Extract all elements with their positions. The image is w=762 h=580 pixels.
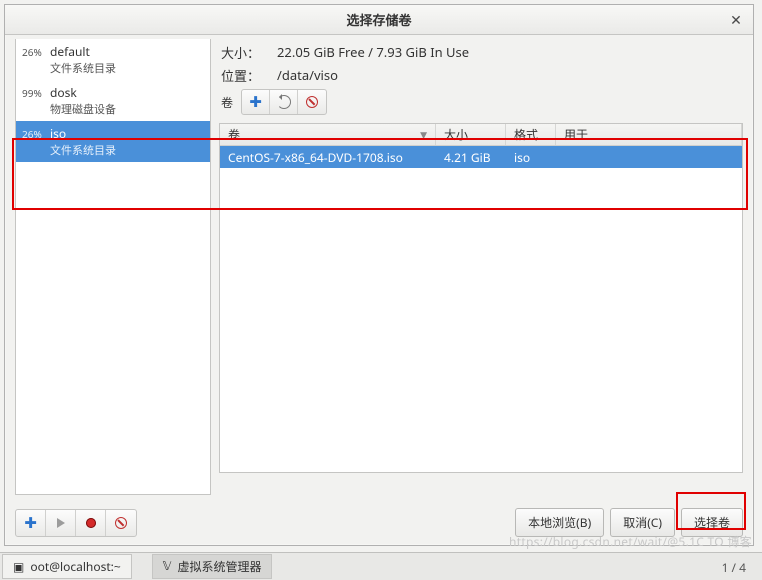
taskbar: ▣ oot@localhost:~ 𝕍 虚拟系统管理器 bbox=[0, 552, 762, 580]
pool-usage-pct: 26% bbox=[22, 125, 50, 141]
col-used-for[interactable]: 用于 bbox=[556, 124, 742, 145]
dialog-body: 26% default 文件系统目录 99% dosk 物理磁盘设备 26% i… bbox=[5, 35, 753, 499]
pool-dosk[interactable]: 99% dosk 物理磁盘设备 bbox=[16, 80, 210, 121]
taskbar-terminal[interactable]: ▣ oot@localhost:~ bbox=[2, 554, 132, 579]
pool-desc: 文件系统目录 bbox=[50, 60, 204, 76]
plus-icon: ✚ bbox=[249, 92, 262, 112]
play-icon bbox=[57, 518, 65, 528]
table-row[interactable]: CentOS-7-x86_64-DVD-1708.iso 4.21 GiB is… bbox=[220, 146, 742, 168]
cell-volume: CentOS-7-x86_64-DVD-1708.iso bbox=[220, 149, 436, 166]
pool-name: iso bbox=[50, 125, 204, 142]
delete-icon bbox=[306, 96, 318, 108]
col-size[interactable]: 大小 bbox=[436, 124, 506, 145]
cell-size: 4.21 GiB bbox=[436, 149, 506, 166]
volume-table: 卷▼ 大小 格式 用于 CentOS-7-x86_64-DVD-1708.iso… bbox=[219, 123, 743, 473]
plus-icon: ✚ bbox=[24, 513, 37, 533]
watermark: https://blog.csdn.net/wait/@5.1C TO 博客 bbox=[509, 533, 752, 550]
pool-action-toolbar: ✚ bbox=[15, 509, 137, 537]
storage-volume-dialog: 选择存储卷 ✕ 26% default 文件系统目录 99% dosk 物理磁盘… bbox=[4, 4, 754, 546]
delete-volume-button[interactable] bbox=[298, 90, 326, 114]
pool-iso[interactable]: 26% iso 文件系统目录 bbox=[16, 121, 210, 162]
refresh-icon bbox=[277, 95, 291, 109]
size-label: 大小： bbox=[221, 43, 277, 62]
taskbar-vmm[interactable]: 𝕍 虚拟系统管理器 bbox=[152, 554, 273, 579]
pool-usage-pct: 26% bbox=[22, 43, 50, 59]
add-volume-button[interactable]: ✚ bbox=[242, 90, 270, 114]
volumes-label: 卷 bbox=[221, 94, 233, 111]
record-icon bbox=[86, 518, 96, 528]
pool-detail: 大小： 22.05 GiB Free / 7.93 GiB In Use 位置：… bbox=[211, 35, 753, 499]
refresh-button[interactable] bbox=[270, 90, 298, 114]
page-number: 1 / 4 bbox=[722, 559, 746, 576]
location-label: 位置： bbox=[221, 66, 277, 85]
pool-usage-pct: 99% bbox=[22, 84, 50, 100]
col-volume[interactable]: 卷▼ bbox=[220, 124, 436, 145]
cell-format: iso bbox=[506, 149, 556, 166]
sort-indicator-icon: ▼ bbox=[420, 128, 427, 141]
size-value: 22.05 GiB Free / 7.93 GiB In Use bbox=[277, 43, 469, 62]
pool-default[interactable]: 26% default 文件系统目录 bbox=[16, 39, 210, 80]
stop-pool-button[interactable] bbox=[76, 510, 106, 536]
pool-desc: 文件系统目录 bbox=[50, 142, 204, 158]
pool-desc: 物理磁盘设备 bbox=[50, 101, 204, 117]
add-pool-button[interactable]: ✚ bbox=[16, 510, 46, 536]
location-value: /data/viso bbox=[277, 66, 338, 85]
delete-icon bbox=[115, 517, 127, 529]
pool-name: dosk bbox=[50, 84, 204, 101]
close-icon[interactable]: ✕ bbox=[727, 11, 745, 29]
start-pool-button[interactable] bbox=[46, 510, 76, 536]
col-format[interactable]: 格式 bbox=[506, 124, 556, 145]
terminal-icon: ▣ bbox=[13, 558, 24, 575]
vmm-icon: 𝕍 bbox=[163, 559, 172, 574]
storage-pool-list[interactable]: 26% default 文件系统目录 99% dosk 物理磁盘设备 26% i… bbox=[15, 39, 211, 495]
dialog-title: 选择存储卷 bbox=[346, 10, 411, 29]
delete-pool-button[interactable] bbox=[106, 510, 136, 536]
table-header: 卷▼ 大小 格式 用于 bbox=[220, 124, 742, 146]
titlebar: 选择存储卷 ✕ bbox=[5, 5, 753, 35]
pool-name: default bbox=[50, 43, 204, 60]
volume-toolbar: ✚ bbox=[241, 89, 327, 115]
